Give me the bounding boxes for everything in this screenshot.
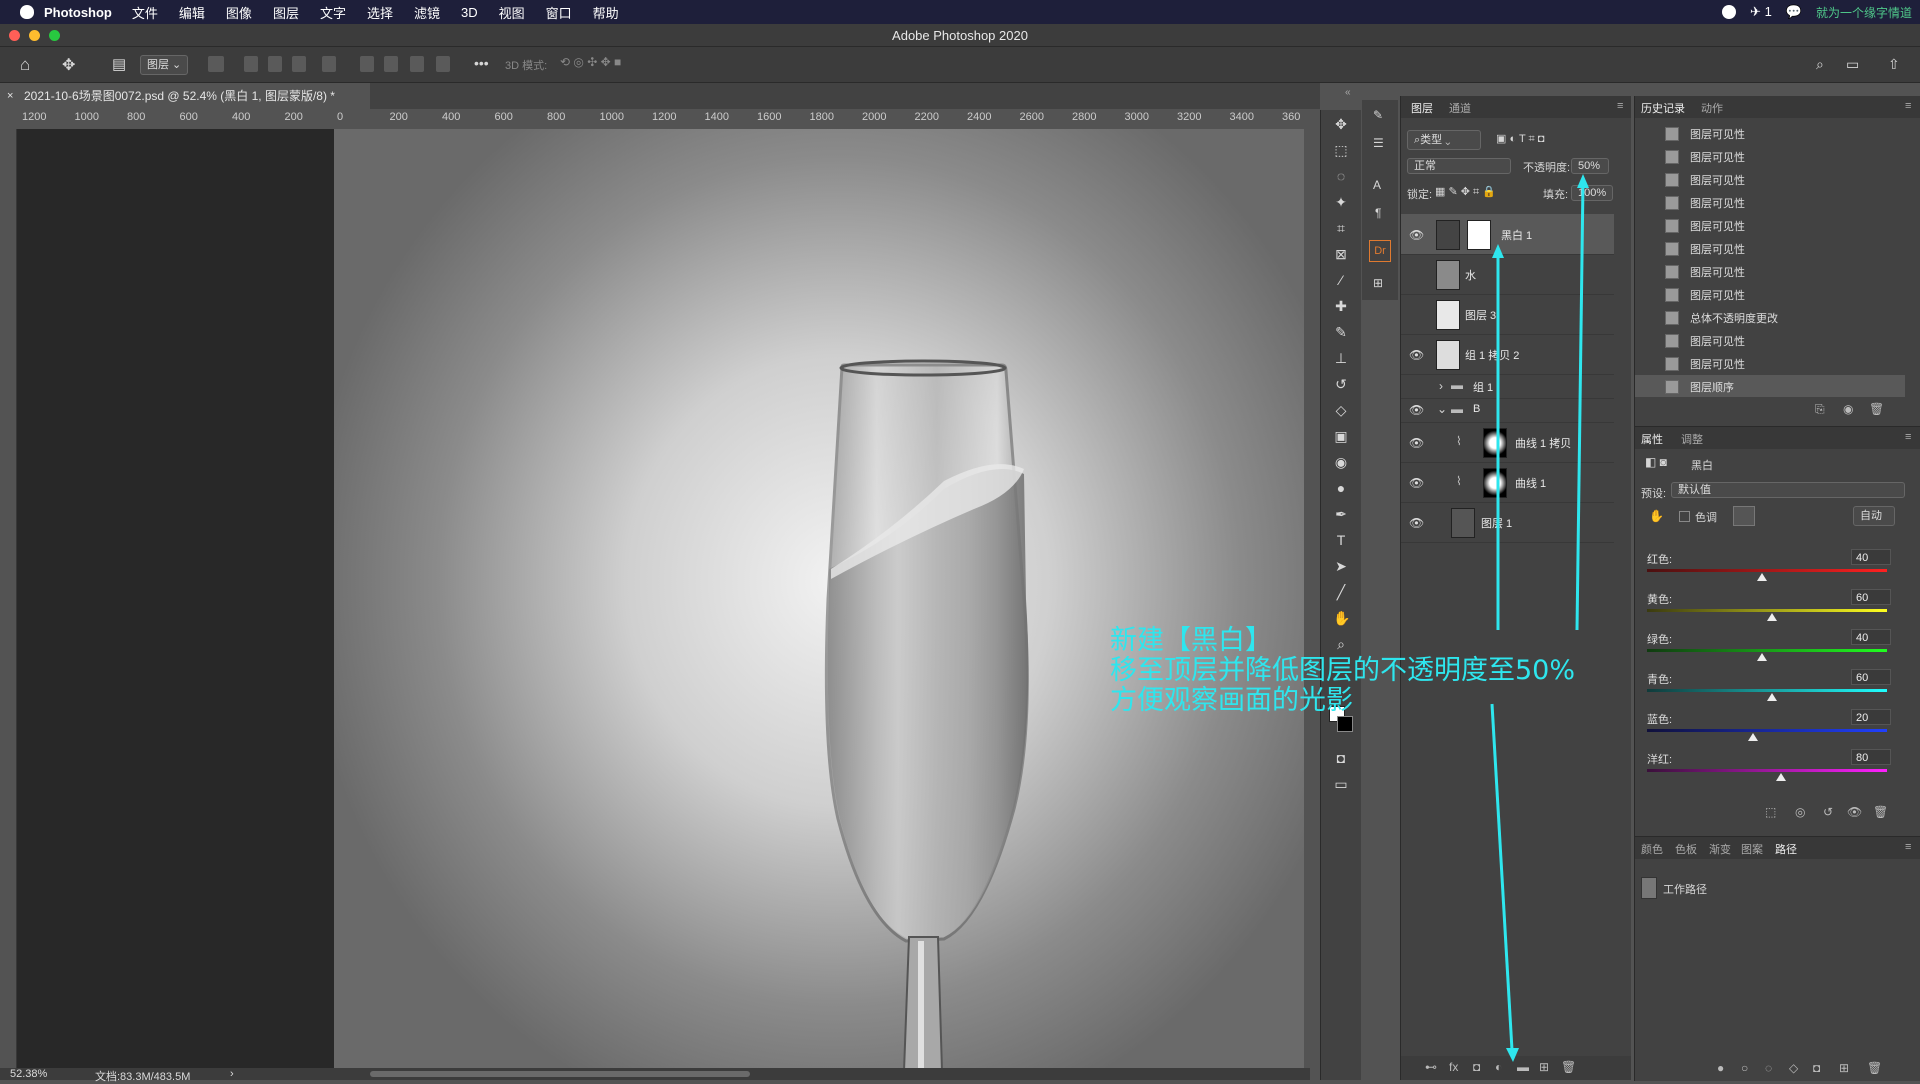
arrow-to-opacity	[1575, 181, 1585, 631]
arrow-to-adjustment-button	[1490, 703, 1514, 1051]
arrowhead-opacity	[1577, 174, 1589, 188]
arrowhead-mask	[1492, 244, 1504, 258]
arrowhead-adjustment	[1506, 1048, 1519, 1062]
annotation-arrows	[1490, 174, 1589, 1062]
